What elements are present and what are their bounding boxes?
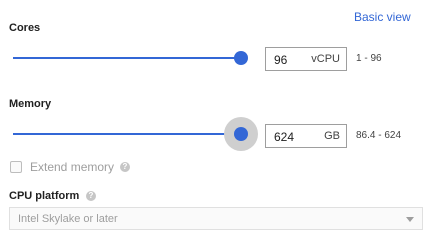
- memory-value: 624: [274, 130, 295, 144]
- memory-slider-fill: [13, 133, 241, 135]
- extend-memory-label: Extend memory: [30, 160, 115, 174]
- cores-range: 1 - 96: [356, 53, 382, 64]
- cores-slider-fill: [13, 57, 241, 59]
- memory-input[interactable]: 624 GB: [265, 124, 347, 148]
- cpu-platform-selected: Intel Skylake or later: [18, 213, 118, 225]
- cores-input[interactable]: 96 vCPU: [265, 47, 347, 71]
- memory-range: 86.4 - 624: [356, 130, 402, 141]
- memory-slider[interactable]: [13, 117, 258, 151]
- basic-view-link[interactable]: Basic view: [354, 10, 411, 24]
- memory-slider-thumb[interactable]: [234, 127, 248, 141]
- cores-value: 96: [274, 53, 288, 67]
- chevron-down-icon: [406, 217, 414, 222]
- cores-unit: vCPU: [311, 53, 340, 65]
- extend-memory-checkbox[interactable]: [10, 161, 22, 173]
- cores-slider[interactable]: [13, 48, 248, 68]
- cpu-platform-label: CPU platform: [9, 190, 80, 202]
- help-icon[interactable]: ?: [86, 191, 96, 201]
- memory-unit: GB: [324, 130, 340, 142]
- help-icon[interactable]: ?: [120, 162, 130, 172]
- memory-label: Memory: [9, 98, 52, 110]
- cores-label: Cores: [9, 22, 41, 34]
- cpu-platform-select[interactable]: Intel Skylake or later: [9, 207, 423, 230]
- cores-slider-thumb[interactable]: [234, 51, 248, 65]
